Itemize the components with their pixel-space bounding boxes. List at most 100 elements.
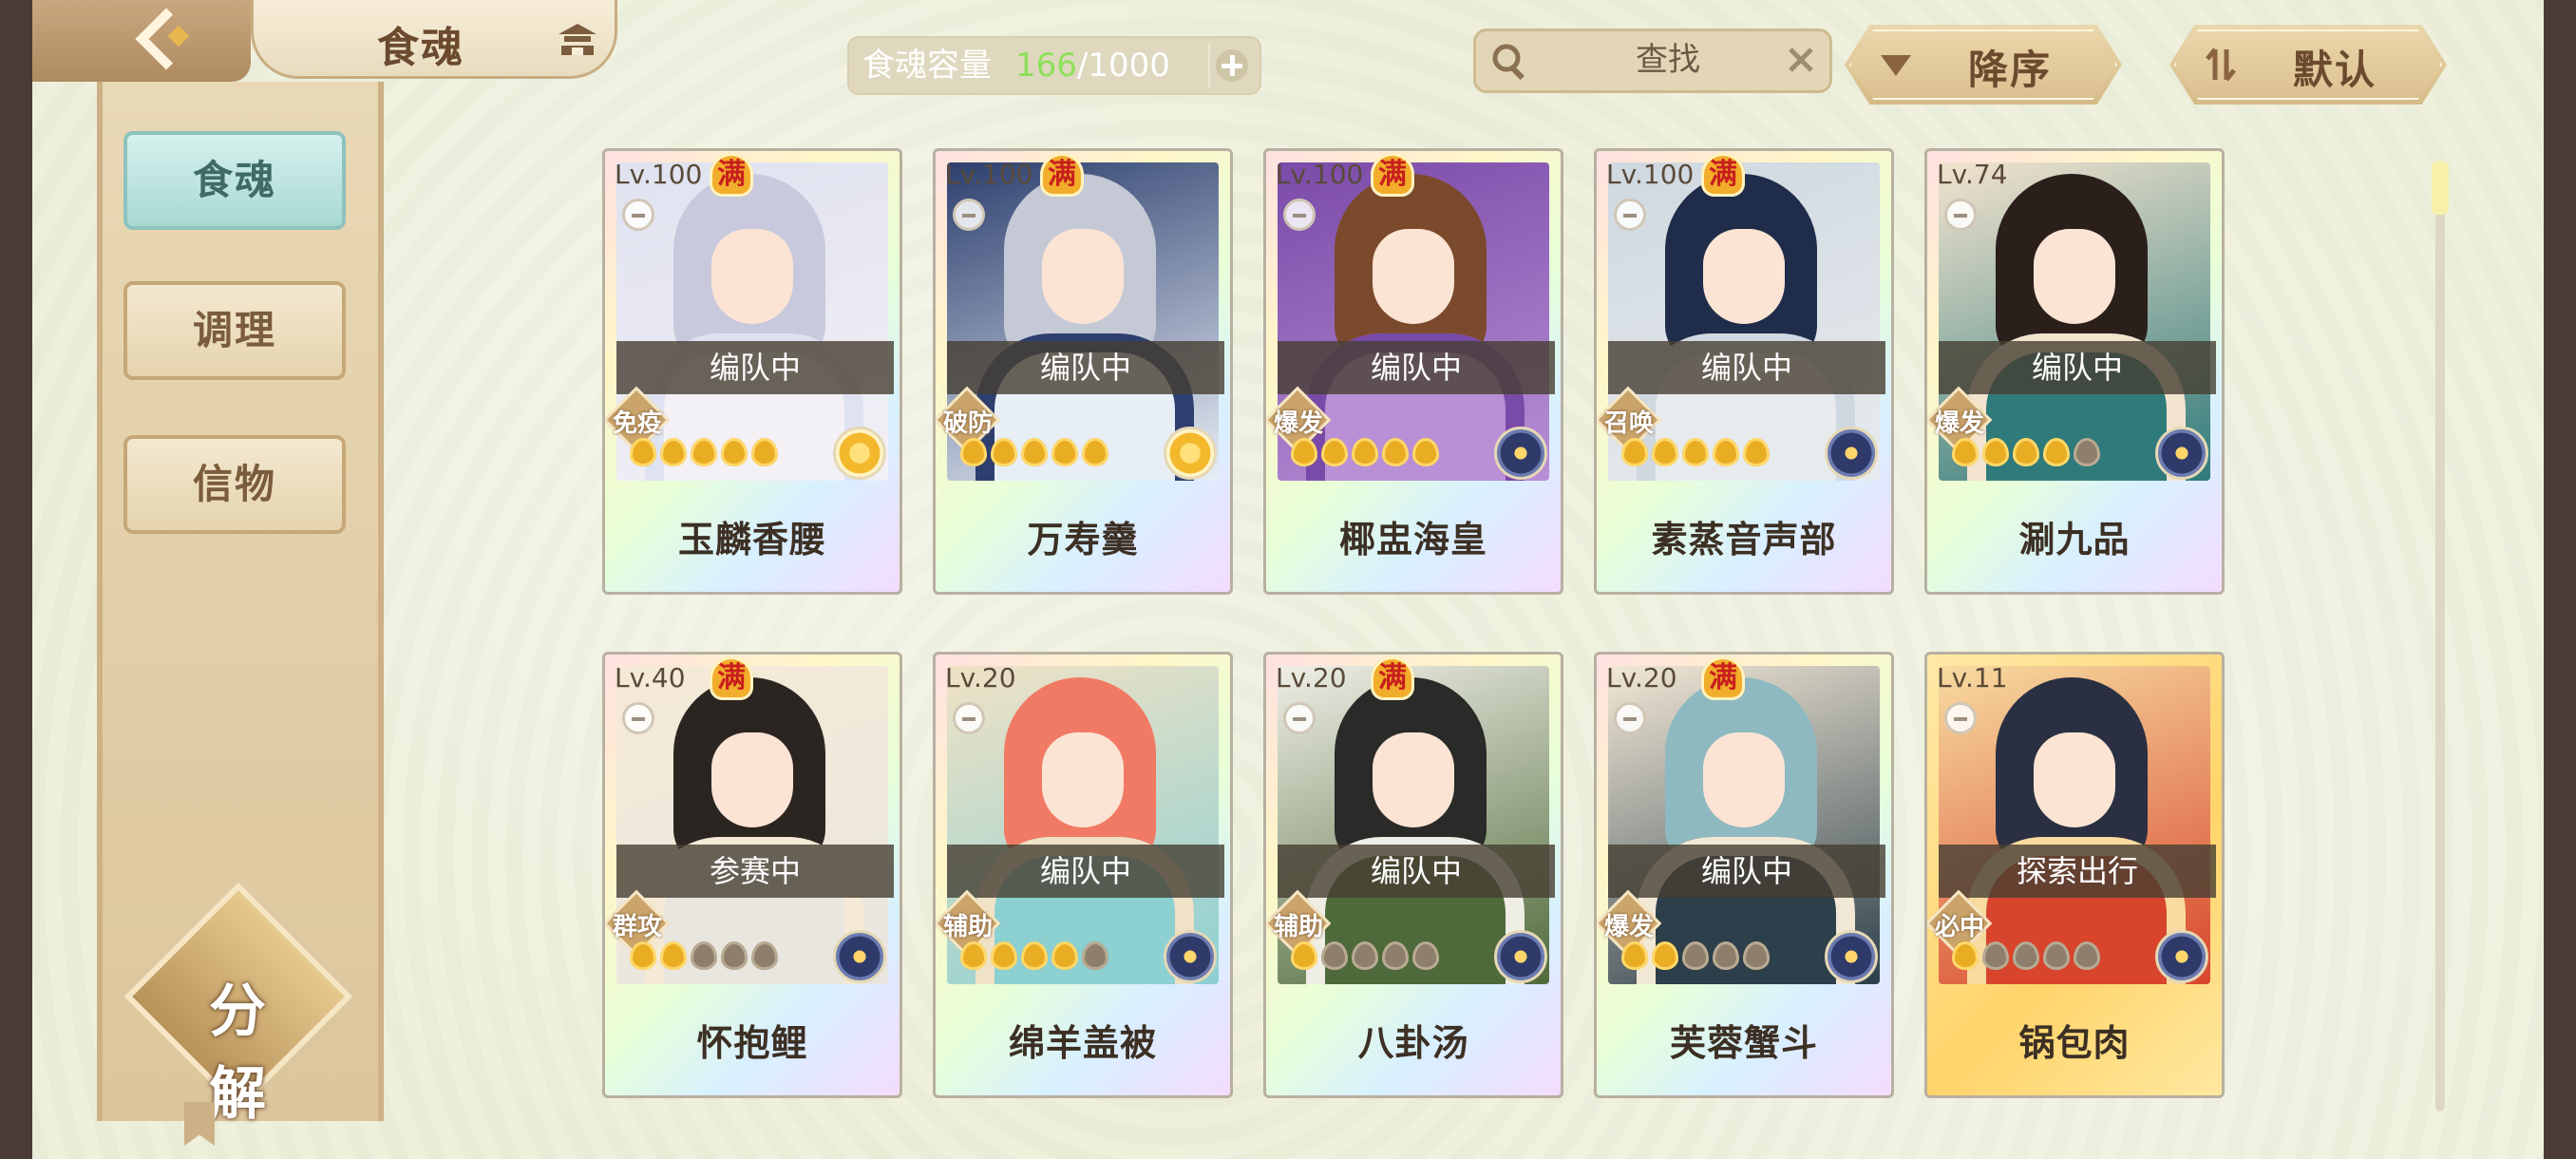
star-flame-icon [751, 941, 778, 970]
max-level-badge: 满 [1371, 656, 1414, 700]
food-soul-card[interactable]: Lv.20 满 编队中 辅助 八卦汤 [1263, 652, 1563, 1098]
food-soul-card[interactable]: Lv.100 满 编队中 免疫 玉麟香腰 [602, 148, 902, 595]
element-icon [1825, 427, 1878, 480]
star-flame-icon [1051, 941, 1078, 970]
element-icon [833, 930, 886, 983]
sidebar-tail-decoration [184, 1102, 215, 1146]
plus-icon[interactable] [1208, 44, 1254, 87]
star-flame-icon [1682, 438, 1709, 466]
star-flame-icon [1713, 438, 1739, 466]
star-rating [960, 438, 1160, 472]
star-flame-icon [1982, 941, 2009, 970]
food-soul-card[interactable]: Lv.100 满 编队中 召唤 素蒸音声部 [1594, 148, 1894, 595]
star-flame-icon [1291, 438, 1317, 466]
food-soul-card[interactable]: Lv.40 满 参赛中 群攻 怀抱鲤 [602, 652, 902, 1098]
role-tag-label: 爆发 [1273, 409, 1323, 438]
down-triangle-icon [1881, 55, 1911, 76]
star-rating [1291, 941, 1490, 976]
star-flame-icon [991, 941, 1017, 970]
scrollbar-thumb[interactable] [2432, 162, 2449, 215]
star-flame-icon [2043, 438, 2070, 466]
capacity-display: 食魂容量 166/1000 [847, 36, 1261, 95]
search-box[interactable] [1473, 28, 1832, 93]
star-flame-icon [1982, 438, 2009, 466]
star-flame-icon [1412, 941, 1439, 970]
lock-icon[interactable] [622, 702, 654, 734]
star-flame-icon [1382, 438, 1409, 466]
lock-icon[interactable] [1944, 702, 1977, 734]
star-flame-icon [630, 941, 656, 970]
element-icon [1494, 930, 1547, 983]
max-level-badge: 满 [1701, 153, 1745, 197]
role-tag: 爆发 [1266, 386, 1332, 454]
scrollbar-track[interactable] [2435, 162, 2445, 1112]
screen: 食魂 食魂容量 166/1000 降序 [32, 0, 2544, 1159]
star-flame-icon [1652, 438, 1678, 466]
star-flame-icon [1021, 438, 1048, 466]
star-flame-icon [721, 438, 748, 466]
star-rating [1952, 438, 2151, 472]
lock-icon[interactable] [953, 702, 985, 734]
back-button[interactable] [32, 0, 251, 82]
lock-icon[interactable] [1614, 702, 1646, 734]
star-flame-icon [2074, 941, 2100, 970]
card-level: Lv.100 [615, 159, 703, 190]
star-rating [630, 438, 829, 472]
role-tag-label: 辅助 [942, 913, 993, 941]
max-level-badge: 满 [710, 656, 753, 700]
status-banner: 编队中 [1278, 341, 1555, 394]
status-banner: 编队中 [1939, 341, 2216, 394]
role-tag-label: 群攻 [612, 913, 662, 941]
lock-icon[interactable] [953, 199, 985, 231]
star-flame-icon [1321, 941, 1348, 970]
search-input[interactable] [1581, 37, 1755, 83]
star-flame-icon [1621, 438, 1648, 466]
star-flame-icon [1412, 438, 1439, 466]
star-flame-icon [660, 438, 687, 466]
star-flame-icon [1082, 438, 1108, 466]
food-soul-card[interactable]: Lv.74 编队中 爆发 涮九品 [1924, 148, 2225, 595]
element-icon [1494, 427, 1547, 480]
close-icon[interactable] [1786, 45, 1816, 75]
sort-order-label: 降序 [1968, 47, 2053, 93]
role-tag: 群攻 [605, 889, 671, 958]
card-name: 怀抱鲤 [696, 1022, 808, 1064]
status-banner: 参赛中 [616, 845, 894, 898]
lock-icon[interactable] [1944, 199, 1977, 231]
lock-icon[interactable] [1283, 702, 1316, 734]
star-flame-icon [1382, 941, 1409, 970]
max-level-badge: 满 [1701, 656, 1745, 700]
search-icon [1492, 44, 1525, 81]
star-flame-icon [2013, 438, 2039, 466]
tab-food-soul[interactable]: 食魂 [123, 131, 346, 230]
star-flame-icon [1021, 941, 1048, 970]
food-soul-card[interactable]: Lv.11 探索出行 必中 锅包肉 [1924, 652, 2225, 1098]
star-flame-icon [1952, 941, 1979, 970]
star-flame-icon [991, 438, 1017, 466]
pavilion-icon[interactable] [556, 21, 599, 59]
role-tag-label: 爆发 [1934, 409, 1984, 438]
card-level: Lv.40 [615, 662, 686, 694]
role-tag: 爆发 [1597, 889, 1662, 958]
star-flame-icon [751, 438, 778, 466]
food-soul-card[interactable]: Lv.100 满 编队中 爆发 椰盅海皇 [1263, 148, 1563, 595]
lock-icon[interactable] [1283, 199, 1316, 231]
lock-icon[interactable] [1614, 199, 1646, 231]
star-flame-icon [1051, 438, 1078, 466]
capacity-value: 166/1000 [1015, 38, 1170, 93]
card-level: Lv.100 [1276, 159, 1364, 190]
sort-mode-button[interactable]: 默认 [2169, 25, 2447, 104]
tab-cooking[interactable]: 调理 [123, 281, 346, 380]
food-soul-card[interactable]: Lv.20 编队中 辅助 绵羊盖被 [933, 652, 1233, 1098]
status-banner: 编队中 [1608, 341, 1885, 394]
food-soul-card[interactable]: Lv.100 满 编队中 破防 万寿羹 [933, 148, 1233, 595]
star-flame-icon [1952, 438, 1979, 466]
card-name: 素蒸音声部 [1651, 519, 1837, 560]
food-soul-card[interactable]: Lv.20 满 编队中 爆发 芙蓉蟹斗 [1594, 652, 1894, 1098]
card-level: Lv.20 [1276, 662, 1347, 694]
sort-order-button[interactable]: 降序 [1845, 25, 2122, 104]
tab-token[interactable]: 信物 [123, 435, 346, 534]
star-flame-icon [1621, 941, 1648, 970]
status-banner: 编队中 [1608, 845, 1885, 898]
lock-icon[interactable] [622, 199, 654, 231]
